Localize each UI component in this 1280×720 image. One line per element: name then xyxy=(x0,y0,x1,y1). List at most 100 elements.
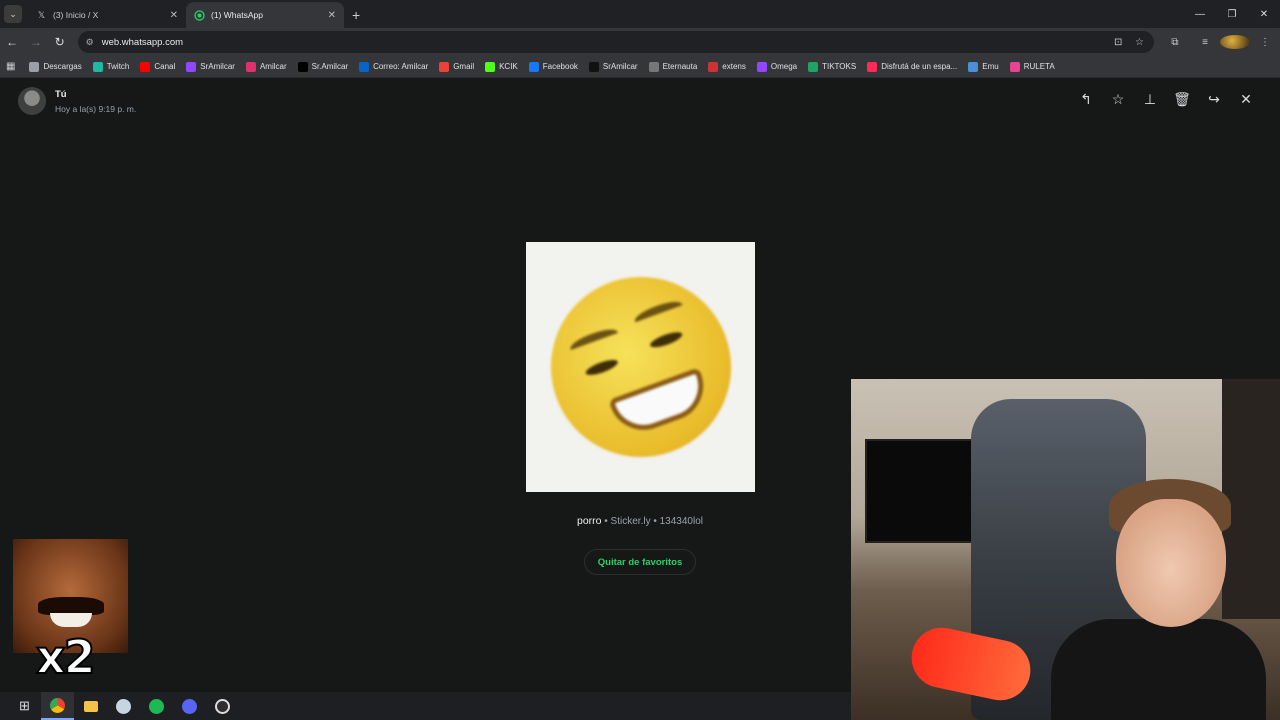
bookmark-item[interactable]: Gmail xyxy=(439,61,475,72)
bookmark-item[interactable]: Emu xyxy=(968,61,999,72)
bookmark-label: Emu xyxy=(982,62,999,71)
youtube-icon xyxy=(140,61,151,72)
obs-icon[interactable] xyxy=(206,692,239,720)
browser-tabstrip: ⌄ 𝕏 (3) Inicio / X ✕ (1) WhatsApp ✕ + — … xyxy=(0,0,1280,28)
tiktok-icon xyxy=(588,61,599,72)
tab-x[interactable]: 𝕏 (3) Inicio / X ✕ xyxy=(28,2,186,28)
bookmark-label: Canal xyxy=(154,62,176,71)
back-arrow-icon[interactable]: ← xyxy=(0,35,24,49)
outlook-icon xyxy=(359,61,370,72)
bookmark-item[interactable]: SrAmilcar xyxy=(588,61,638,72)
bookmark-label: Disfrutá de un espa... xyxy=(881,62,958,71)
reply-icon[interactable]: ↰ xyxy=(1070,91,1102,108)
window-controls: — ❐ ✕ xyxy=(1184,0,1280,28)
avatar[interactable] xyxy=(18,87,46,115)
emu-icon xyxy=(968,61,979,72)
reload-icon[interactable]: ↻ xyxy=(48,35,72,49)
bookmark-label: Twitch xyxy=(106,62,130,71)
bookmark-item[interactable]: TIKTOKS xyxy=(808,61,857,72)
delete-icon[interactable]: 🗑 xyxy=(1166,91,1198,108)
streamer xyxy=(1021,449,1266,720)
tab-whatsapp[interactable]: (1) WhatsApp ✕ xyxy=(186,2,344,28)
t-icon xyxy=(92,61,103,72)
restore-icon[interactable]: ❐ xyxy=(1216,0,1248,28)
discord-icon[interactable] xyxy=(173,692,206,720)
bookmark-item[interactable]: Canal xyxy=(140,61,176,72)
bookmark-item[interactable]: Facebook xyxy=(528,61,578,72)
bookmark-item[interactable]: RULETA xyxy=(1009,61,1055,72)
bookmarks-bar: ▦ Descargas Twitch Canal SrAmilcar Amilcar Sr… xyxy=(0,56,1280,78)
star-icon[interactable]: ☆ xyxy=(1102,91,1134,108)
kick-icon xyxy=(485,61,496,72)
sticker-meta: • Sticker.ly • 134340lol xyxy=(601,516,703,527)
bookmark-item[interactable]: Omega xyxy=(756,61,798,72)
puzzle-icon xyxy=(708,61,719,72)
bookmark-label: Facebook xyxy=(542,62,578,71)
viewer-actions: ↰ ☆ ⊥ 🗑 ↪ ✕ xyxy=(1070,91,1262,108)
bookmark-label: extens xyxy=(722,62,746,71)
message-timestamp: Hoy a la(s) 9:19 p. m. xyxy=(55,103,137,114)
bookmark-label: Correo: Amilcar xyxy=(373,62,429,71)
profile-avatar[interactable] xyxy=(1220,35,1250,49)
multiplier-label: x2 xyxy=(35,629,97,685)
bookmark-star-icon[interactable]: ☆ xyxy=(1135,37,1144,48)
bookmark-label: Sr.Amilcar xyxy=(311,62,349,71)
tab-title: (1) WhatsApp xyxy=(211,10,263,20)
twitch-icon xyxy=(756,61,767,72)
apps-grid-icon[interactable]: ▦ xyxy=(6,61,15,72)
close-icon[interactable]: ✕ xyxy=(1230,91,1262,108)
bookmark-label: Omega xyxy=(770,62,798,71)
close-window-icon[interactable]: ✕ xyxy=(1248,0,1280,28)
steam-icon[interactable] xyxy=(107,692,140,720)
windows-start-icon[interactable]: ⊞ xyxy=(8,692,41,720)
new-tab-button[interactable]: + xyxy=(352,7,360,23)
chrome-icon[interactable] xyxy=(41,692,74,720)
bookmark-item[interactable]: Correo: Amilcar xyxy=(359,61,429,72)
close-icon[interactable]: ✕ xyxy=(170,10,178,21)
twitch-icon xyxy=(186,61,197,72)
drive-icon xyxy=(808,61,819,72)
bookmark-label: Eternauta xyxy=(662,62,698,71)
bookmark-item[interactable]: extens xyxy=(708,61,746,72)
laughing-emoji-sticker xyxy=(525,251,756,483)
bookmark-label: SrAmilcar xyxy=(602,62,638,71)
bookmark-item[interactable]: Sr.Amilcar xyxy=(297,61,349,72)
x-icon xyxy=(297,61,308,72)
webcam-overlay xyxy=(851,379,1280,720)
media-control-icon[interactable]: ≡ xyxy=(1190,37,1220,48)
bookmark-item[interactable]: Eternauta xyxy=(648,61,698,72)
bookmark-item[interactable]: Disfrutá de un espa... xyxy=(867,61,958,72)
menu-icon[interactable]: ⋮ xyxy=(1250,37,1280,48)
pin-icon[interactable]: ⊥ xyxy=(1134,91,1166,108)
bookmark-item[interactable]: SrAmilcar xyxy=(186,61,235,72)
site-info-icon[interactable]: ⚙ xyxy=(86,37,94,48)
facebook-icon xyxy=(528,61,539,72)
bookmark-label: Gmail xyxy=(453,62,475,71)
install-app-icon[interactable]: ⊡ xyxy=(1114,37,1122,48)
instagram-icon xyxy=(245,61,256,72)
bookmark-item[interactable]: Amilcar xyxy=(245,61,287,72)
bookmark-item[interactable]: Descargas xyxy=(29,61,82,72)
sender-name: Tú xyxy=(55,88,67,100)
file-explorer-icon[interactable] xyxy=(74,692,107,720)
sticker-image xyxy=(525,242,756,492)
forward-icon[interactable]: ↪ xyxy=(1198,91,1230,108)
forward-arrow-icon[interactable]: → xyxy=(24,35,48,49)
x-logo-icon: 𝕏 xyxy=(37,9,46,20)
gmail-icon xyxy=(439,61,450,72)
bookmark-label: TIKTOKS xyxy=(822,62,857,71)
extensions-icon[interactable]: ⧉ xyxy=(1160,37,1190,48)
sticker-name: porro xyxy=(576,515,602,527)
tab-title: (3) Inicio / X xyxy=(53,10,99,20)
sender-info: Tú Hoy a la(s) 9:19 p. m. xyxy=(18,87,136,115)
bookmark-item[interactable]: KCIK xyxy=(485,61,518,72)
bookmark-label: KCIK xyxy=(499,62,518,71)
bookmark-item[interactable]: Twitch xyxy=(92,61,130,72)
minimize-icon[interactable]: — xyxy=(1184,0,1216,28)
address-bar[interactable]: ⚙ web.whatsapp.com ⊡ ☆ xyxy=(77,31,1154,53)
close-icon[interactable]: ✕ xyxy=(328,10,336,21)
bookmark-label: Descargas xyxy=(43,62,82,71)
remove-favorite-button[interactable]: Quitar de favoritos xyxy=(584,549,696,575)
tab-search-button[interactable]: ⌄ xyxy=(4,5,22,23)
spotify-icon[interactable] xyxy=(140,692,173,720)
